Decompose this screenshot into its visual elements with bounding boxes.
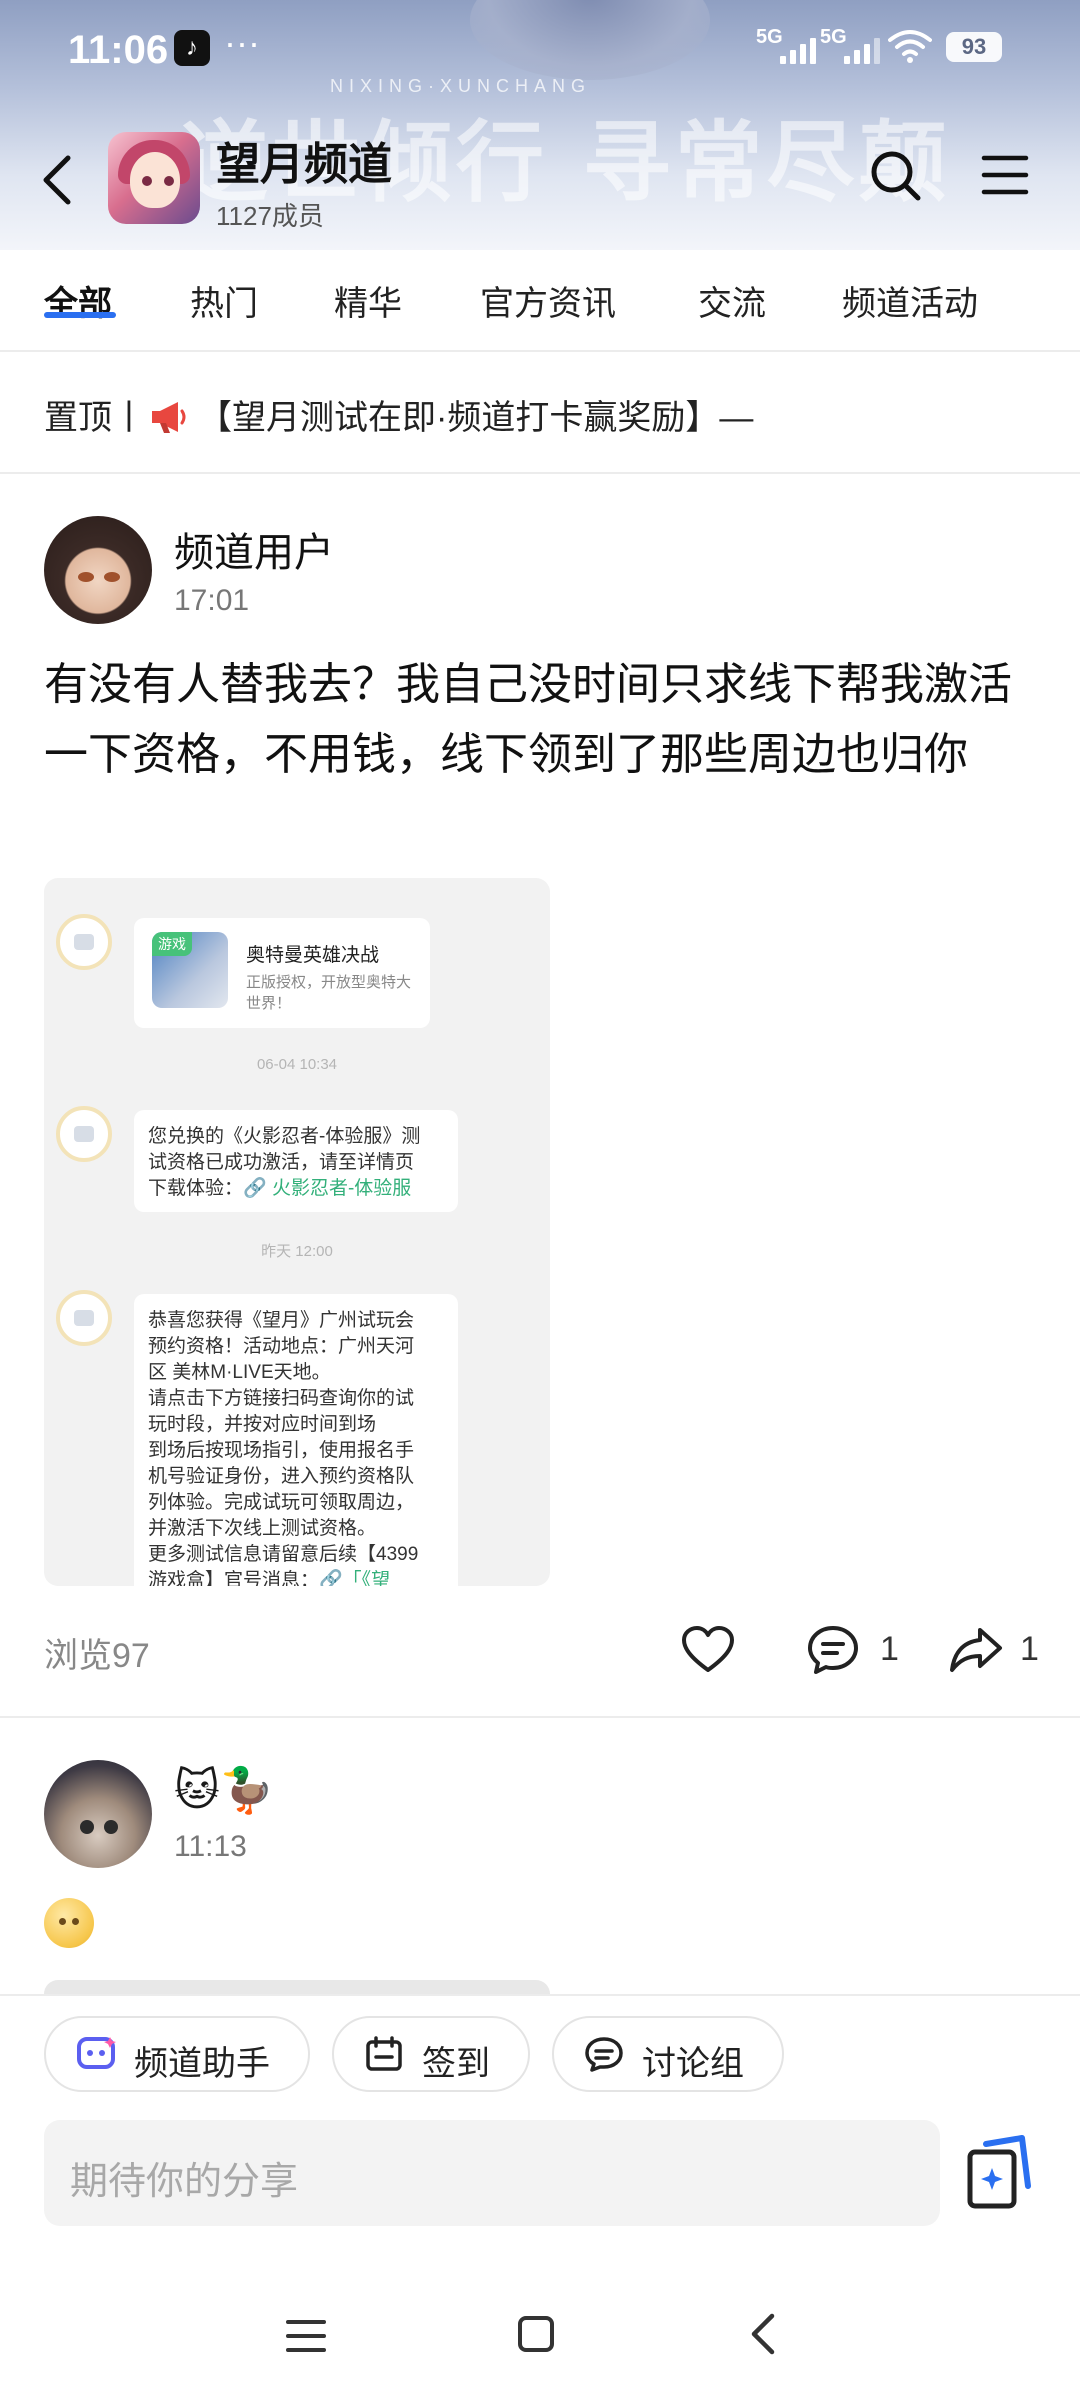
share-count[interactable]: 1 bbox=[1020, 1630, 1039, 1669]
chat-line: 恭喜您获得《望月》广州试玩会 bbox=[148, 1310, 415, 1331]
bot-avatar-icon bbox=[56, 1290, 112, 1346]
pinned-title: 【望月测试在即·频道打卡赢奖励】— bbox=[198, 399, 754, 437]
active-tab-indicator bbox=[44, 312, 116, 318]
share-icon[interactable] bbox=[948, 1624, 1004, 1676]
chat-line: 更多测试信息请留意后续【4399 bbox=[148, 1544, 419, 1565]
game-card: 游戏 奥特曼英雄决战 正版授权，开放型奥特大世界！ bbox=[134, 918, 430, 1028]
channel-tabs: 全部 热门 精华 官方资讯 交流 频道活动 bbox=[0, 262, 1080, 350]
post-username[interactable]: 🐱🦆 bbox=[174, 1764, 275, 1816]
network-label-2: 5G bbox=[820, 26, 847, 48]
chat-link: 🔗 火影忍者-体验服 bbox=[243, 1178, 412, 1199]
heart-icon[interactable] bbox=[680, 1624, 736, 1676]
chat-bubble-icon bbox=[585, 2037, 623, 2072]
chat-line: 试资格已成功激活，请至详情页 bbox=[148, 1152, 415, 1173]
megaphone-icon bbox=[152, 402, 186, 433]
chat-line: 预约资格！活动地点：广州天河 bbox=[148, 1336, 415, 1357]
assistant-icon bbox=[77, 2037, 116, 2069]
tab-official-news[interactable]: 官方资讯 bbox=[480, 276, 616, 325]
game-desc: 正版授权，开放型奥特大世界！ bbox=[246, 974, 412, 1012]
chat-line: 并激活下次线上测试资格。 bbox=[148, 1518, 377, 1539]
game-icon: 游戏 bbox=[152, 932, 228, 1008]
channel-page: NIXING·XUNCHANG 逆世倾行 寻常尽颠 11:06 ♪ ··· 5G… bbox=[0, 0, 1080, 2400]
battery-indicator: 93 bbox=[946, 32, 1002, 62]
chat-line: 到场后按现场指引，使用报名手 bbox=[148, 1440, 415, 1461]
wifi-icon bbox=[888, 30, 932, 63]
check-in-button[interactable]: 签到 bbox=[332, 2016, 530, 2092]
chat-message: 您兑换的《火影忍者-体验服》测 试资格已成功激活，请至详情页 下载体验：🔗 火影… bbox=[148, 1124, 420, 1202]
game-name: 奥特曼英雄决战 bbox=[246, 945, 380, 966]
calendar-icon bbox=[366, 2036, 402, 2071]
check-in-label: 签到 bbox=[422, 2045, 490, 2083]
bot-avatar-icon bbox=[56, 1106, 112, 1162]
chat-line: 请点击下方链接扫码查询你的试 bbox=[148, 1388, 415, 1409]
post-username[interactable]: 频道用户 bbox=[174, 520, 334, 578]
tab-discussion[interactable]: 交流 bbox=[698, 276, 766, 325]
chat-message: 恭喜您获得《望月》广州试玩会 预约资格！活动地点：广州天河 区 美林M·LIVE… bbox=[148, 1308, 418, 1586]
chat-line: 玩时段，并按对应时间到场 bbox=[148, 1414, 377, 1435]
post-time: 11:13 bbox=[174, 1830, 247, 1863]
pinned-label: 置顶丨 bbox=[44, 399, 146, 437]
chat-timestamp: 昨天 12:00 bbox=[261, 1243, 333, 1260]
chat-line: 区 美林M·LIVE天地。 bbox=[148, 1362, 331, 1383]
back-icon[interactable] bbox=[36, 150, 80, 210]
divider bbox=[0, 1716, 1080, 1718]
chat-link: 🔗「《望 bbox=[319, 1570, 391, 1586]
system-home-icon[interactable] bbox=[516, 2312, 556, 2356]
channel-assistant-label: 频道助手 bbox=[134, 2045, 270, 2083]
post-image[interactable]: 游戏 奥特曼英雄决战 正版授权，开放型奥特大世界！ 06-04 10:34 您兑… bbox=[44, 878, 550, 1586]
menu-icon[interactable] bbox=[980, 152, 1030, 198]
view-count: 浏览97 bbox=[44, 1637, 150, 1675]
tab-channel-events[interactable]: 频道活动 bbox=[842, 276, 978, 325]
comment-count[interactable]: 1 bbox=[880, 1630, 899, 1669]
signal-2-icon bbox=[844, 34, 880, 64]
avatar[interactable] bbox=[44, 1760, 152, 1868]
comment-icon[interactable] bbox=[806, 1624, 860, 1676]
more-notifications-icon: ··· bbox=[224, 22, 260, 63]
chat-line: 您兑换的《火影忍者-体验服》测 bbox=[148, 1126, 421, 1147]
system-menu-icon[interactable] bbox=[284, 2316, 328, 2356]
publish-post-icon[interactable] bbox=[962, 2134, 1036, 2212]
chat-bubble: 您兑换的《火影忍者-体验服》测 试资格已成功激活，请至详情页 下载体验：🔗 火影… bbox=[134, 1110, 458, 1212]
channel-avatar[interactable] bbox=[108, 132, 200, 224]
system-back-icon[interactable] bbox=[744, 2310, 784, 2358]
chat-timestamp: 06-04 10:34 bbox=[256, 1056, 338, 1073]
chat-line: 列体验。完成试玩可领取周边， bbox=[148, 1492, 415, 1513]
emoji-face-icon bbox=[44, 1898, 94, 1948]
tab-hot[interactable]: 热门 bbox=[190, 276, 258, 325]
discussion-group-button[interactable]: 讨论组 bbox=[552, 2016, 784, 2092]
post-composer-input[interactable]: 期待你的分享 bbox=[44, 2120, 940, 2226]
divider bbox=[0, 472, 1080, 474]
chat-line: 游戏盒】官号消息： bbox=[148, 1570, 320, 1586]
chat-bubble: 恭喜您获得《望月》广州试玩会 预约资格！活动地点：广州天河 区 美林M·LIVE… bbox=[134, 1294, 458, 1586]
bot-avatar-icon bbox=[56, 914, 112, 970]
status-bar: 11:06 ♪ ··· 5G 5G 93 bbox=[0, 0, 1080, 100]
composer-placeholder: 期待你的分享 bbox=[70, 2161, 299, 2203]
network-label-1: 5G bbox=[756, 26, 783, 48]
pinned-post[interactable]: 置顶丨 【望月测试在即·频道打卡赢奖励】— bbox=[44, 390, 1044, 439]
tiktok-icon: ♪ bbox=[174, 30, 210, 66]
search-icon[interactable] bbox=[868, 148, 924, 204]
post-time: 17:01 bbox=[174, 584, 250, 617]
avatar[interactable] bbox=[44, 516, 152, 624]
post-text[interactable]: 有没有人替我去？我自己没时间只求线下帮我激活一下资格，不用钱，线下领到了那些周边… bbox=[44, 650, 1044, 790]
status-time: 11:06 bbox=[68, 28, 169, 72]
divider bbox=[0, 350, 1080, 352]
chat-line: 机号验证身份，进入预约资格队 bbox=[148, 1466, 415, 1487]
member-count[interactable]: 1127成员 bbox=[216, 196, 324, 233]
channel-assistant-button[interactable]: 频道助手 bbox=[44, 2016, 310, 2092]
game-tag: 游戏 bbox=[152, 932, 192, 956]
discussion-group-label: 讨论组 bbox=[642, 2045, 744, 2083]
signal-1-icon bbox=[780, 34, 816, 64]
channel-name[interactable]: 望月频道 bbox=[216, 128, 392, 192]
tab-featured[interactable]: 精华 bbox=[334, 276, 402, 325]
chat-line: 下载体验： bbox=[148, 1178, 244, 1199]
